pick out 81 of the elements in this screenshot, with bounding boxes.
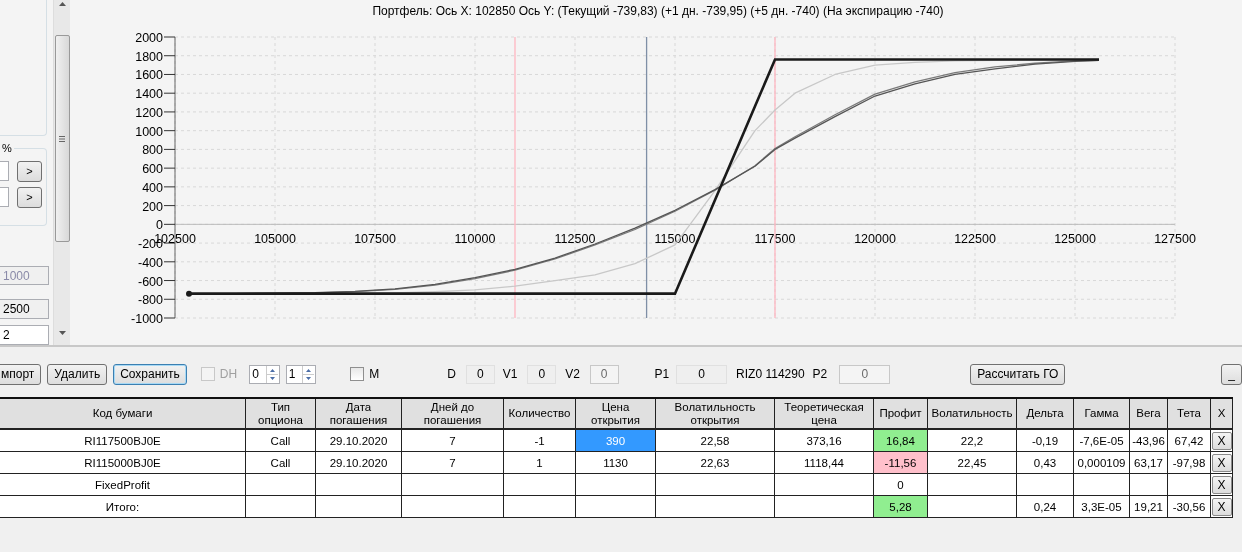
- input-field[interactable]: 2: [0, 325, 49, 345]
- y-tick-label: 600: [142, 162, 163, 177]
- y-tick-label: 1800: [135, 49, 163, 64]
- minimize-button[interactable]: _: [1221, 363, 1242, 385]
- delete-row-button[interactable]: X: [1211, 497, 1232, 516]
- column-header[interactable]: Профит: [873, 398, 928, 429]
- x-tick-label: 112500: [554, 232, 596, 247]
- field-label: P2: [812, 367, 828, 381]
- delete-button[interactable]: Удалить: [47, 363, 108, 385]
- y-tick-label: 0: [156, 218, 163, 233]
- column-header[interactable]: Тип опциона: [245, 398, 316, 429]
- x-tick-label: 127500: [1154, 232, 1196, 247]
- x-tick-label: 120000: [854, 232, 896, 247]
- x-tick-label: 117500: [754, 232, 796, 247]
- y-tick-label: 2000: [135, 31, 163, 45]
- scroll-down-icon[interactable]: [58, 331, 66, 335]
- y-tick-label: 400: [142, 180, 163, 195]
- delete-row-button[interactable]: X: [1211, 431, 1232, 450]
- column-header[interactable]: Количество: [503, 398, 576, 429]
- column-header[interactable]: Теоретическая цена: [774, 398, 874, 429]
- arrow-button[interactable]: >: [17, 160, 42, 182]
- table-cell: FixedProfit: [0, 473, 246, 496]
- delete-row-button[interactable]: X: [1211, 453, 1232, 472]
- checkbox[interactable]: [350, 367, 365, 381]
- calculate-button[interactable]: Рассчитать ГО: [970, 363, 1066, 385]
- input-field[interactable]: [0, 161, 9, 182]
- x-tick-label: 105000: [254, 232, 296, 247]
- input-field[interactable]: 2500: [0, 299, 49, 320]
- input-field[interactable]: [0, 187, 9, 208]
- value-field[interactable]: 0: [527, 364, 557, 384]
- y-tick-label: 1200: [135, 105, 163, 120]
- column-header[interactable]: Код бумаги: [0, 398, 246, 429]
- checkbox-label: M: [369, 367, 380, 381]
- field-label: P1: [654, 367, 670, 381]
- y-tick-label: 200: [142, 199, 163, 214]
- x-tick-label: 107500: [354, 232, 396, 247]
- y-tick-label: -800: [137, 293, 163, 308]
- y-tick-label: 1400: [135, 87, 163, 102]
- value-field[interactable]: 0: [465, 364, 495, 384]
- column-header[interactable]: Дельта: [1016, 398, 1074, 429]
- spin-box[interactable]: 1: [285, 364, 317, 384]
- y-tick-label: 800: [142, 143, 163, 158]
- column-header[interactable]: Тета: [1167, 398, 1211, 429]
- field-label: V2: [565, 367, 580, 381]
- table-cell: RI117500BJ0E: [0, 429, 246, 452]
- field-label: V1: [502, 367, 518, 381]
- y-tick-label: -600: [137, 274, 163, 289]
- arrow-button[interactable]: >: [17, 186, 42, 208]
- save-button[interactable]: Сохранить: [113, 363, 187, 385]
- x-tick-label: 122500: [954, 232, 996, 247]
- chart-title: Портфель: Ось X: 102850 Ось Y: (Текущий -739,83) (+1 дн. -739,95) (+5 дн. -740) (На экспирацию -740): [371, 3, 945, 20]
- table-cell: RI115000BJ0E: [0, 451, 246, 474]
- x-tick-label: 115000: [654, 232, 696, 247]
- import-button[interactable]: мпорт: [0, 363, 42, 385]
- delete-row-button[interactable]: X: [1211, 475, 1232, 494]
- table-cell: Итого:: [0, 495, 246, 518]
- column-header[interactable]: X: [1210, 398, 1233, 429]
- group-label: %: [0, 141, 14, 154]
- column-header[interactable]: Дней до погашения: [401, 398, 504, 429]
- column-header[interactable]: Гамма: [1073, 398, 1130, 429]
- y-tick-label: -400: [137, 255, 163, 270]
- x-tick-label: 110000: [454, 232, 496, 247]
- instrument-price: RIZ0 114290: [736, 367, 805, 381]
- y-tick-label: -1000: [131, 312, 163, 326]
- column-header[interactable]: Волатильность открытия: [655, 398, 775, 429]
- y-tick-label: 1000: [135, 124, 163, 139]
- column-header[interactable]: Цена открытия: [575, 398, 656, 429]
- spin-box[interactable]: 0: [249, 364, 280, 384]
- column-header[interactable]: Дата погашения: [315, 398, 402, 429]
- scroll-up-icon[interactable]: [58, 2, 66, 6]
- x-tick-label: 125000: [1054, 232, 1096, 247]
- value-field[interactable]: 0: [676, 364, 728, 384]
- checkbox-label: DH: [219, 367, 238, 381]
- table-cell: 22,58: [655, 429, 775, 452]
- scroll-thumb[interactable]: [54, 35, 70, 242]
- y-tick-label: 1600: [135, 68, 163, 83]
- grip-icon: [59, 135, 66, 142]
- column-header[interactable]: Волатильность: [927, 398, 1017, 429]
- field-label: D: [447, 367, 456, 381]
- column-header[interactable]: Вега: [1129, 398, 1168, 429]
- scrollbar[interactable]: [53, 0, 70, 345]
